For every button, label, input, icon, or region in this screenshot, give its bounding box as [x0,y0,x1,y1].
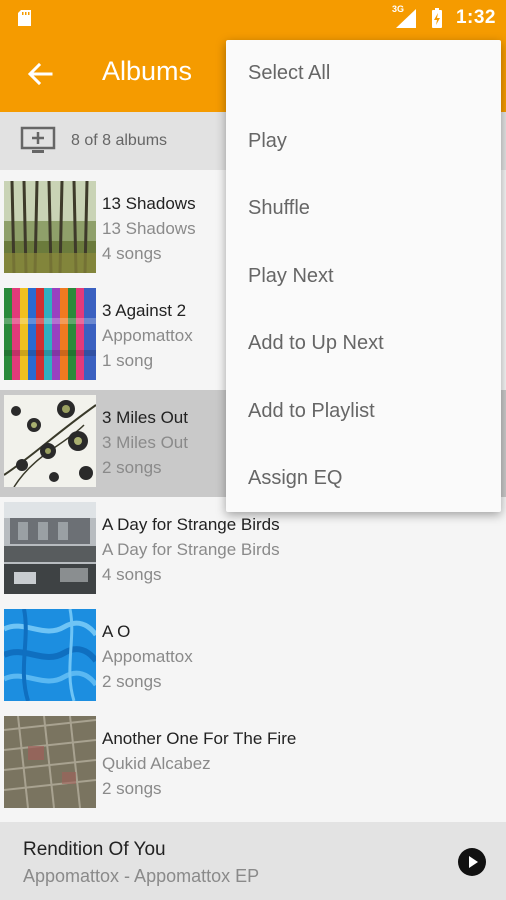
album-count: 8 of 8 albums [71,132,168,149]
album-art [4,395,96,487]
album-title: 3 Against 2 [102,301,187,320]
menu-item-assign-eq[interactable]: Assign EQ [226,445,501,513]
album-song-count: 2 songs [102,672,162,691]
now-playing-bar[interactable]: Rendition Of You Appomattox - Appomattox… [0,822,506,900]
now-playing-subtitle: Appomattox - Appomattox EP [23,866,260,886]
overflow-menu: Select All Play Shuffle Play Next Add to… [226,40,501,512]
album-art [4,609,96,701]
cast-screen-icon[interactable] [20,126,56,156]
menu-item-select-all[interactable]: Select All [226,40,501,108]
now-playing-title: Rendition Of You [23,839,166,860]
album-artist: Appomattox [102,647,193,666]
album-artist: 13 Shadows [102,219,196,238]
sd-card-icon [18,10,31,26]
album-title: A Day for Strange Birds [102,515,280,534]
back-arrow-icon[interactable] [26,60,54,88]
album-song-count: 2 songs [102,779,162,798]
album-artist: 3 Miles Out [102,433,188,452]
album-artist: Qukid Alcabez [102,754,211,773]
menu-item-add-to-playlist[interactable]: Add to Playlist [226,378,501,446]
status-bar: 3G 1:32 [0,0,506,36]
album-title: Another One For The Fire [102,729,297,748]
album-title: A O [102,622,131,641]
signal-icon: 3G [391,4,418,29]
network-type: 3G [391,4,404,14]
album-song-count: 4 songs [102,244,162,263]
album-art [4,288,96,380]
play-icon[interactable] [457,847,487,877]
album-song-count: 2 songs [102,458,162,477]
menu-item-shuffle[interactable]: Shuffle [226,175,501,243]
album-row[interactable]: Another One For The Fire Qukid Alcabez 2… [0,711,506,818]
album-artist: A Day for Strange Birds [102,540,280,559]
album-song-count: 4 songs [102,565,162,584]
album-artist: Appomattox [102,326,193,345]
album-row[interactable]: A O Appomattox 2 songs [0,604,506,711]
menu-item-play[interactable]: Play [226,108,501,176]
album-row[interactable]: A Day for Strange Birds A Day for Strang… [0,497,506,604]
album-art [4,716,96,808]
album-song-count: 1 song [102,351,154,370]
album-title: 13 Shadows [102,194,196,213]
battery-icon [431,8,442,28]
album-title: 3 Miles Out [102,408,188,427]
clock: 1:32 [455,7,496,28]
album-art [4,181,96,273]
page-title: Albums [102,56,193,86]
menu-item-play-next[interactable]: Play Next [226,243,501,311]
menu-item-add-to-up-next[interactable]: Add to Up Next [226,310,501,378]
album-art [4,502,96,594]
